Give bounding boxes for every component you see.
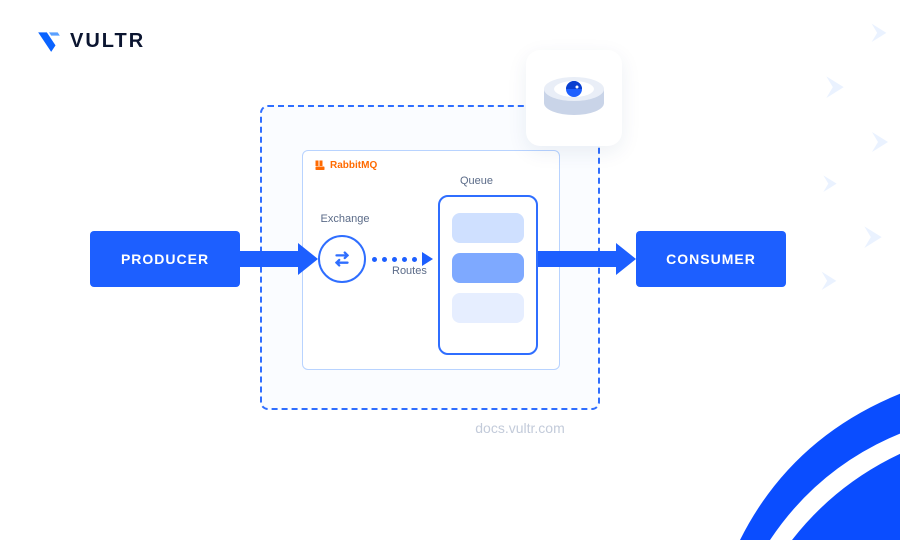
queue-node <box>438 195 538 355</box>
queue-message-3 <box>452 293 524 323</box>
queue-message-2 <box>452 253 524 283</box>
queue-label: Queue <box>460 175 493 187</box>
queue-message-1 <box>452 213 524 243</box>
routes-label: Routes <box>392 265 427 277</box>
exchange-label: Exchange <box>320 213 370 225</box>
diagram-canvas: RabbitMQ PRODUCER Exchange Routes Queue <box>0 95 900 425</box>
vultr-chevron-icon <box>36 28 62 54</box>
consumer-label: CONSUMER <box>666 251 756 267</box>
arrow-exchange-to-queue-dotted <box>372 252 433 266</box>
rabbitmq-name: RabbitMQ <box>330 160 377 171</box>
consumer-node: CONSUMER <box>636 231 786 287</box>
producer-label: PRODUCER <box>121 251 209 267</box>
exchange-node <box>318 235 366 283</box>
rabbitmq-label: RabbitMQ <box>314 159 377 171</box>
footer-url: docs.vultr.com <box>440 420 600 436</box>
vultr-wordmark: VULTR <box>70 30 145 53</box>
arrow-producer-to-exchange <box>240 243 318 275</box>
vultr-logo: VULTR <box>36 28 145 54</box>
rabbitmq-disc-icon <box>526 50 622 146</box>
producer-node: PRODUCER <box>90 231 240 287</box>
rabbitmq-logo-icon <box>314 159 326 171</box>
arrow-queue-to-consumer <box>538 243 636 275</box>
bg-chevron-icon <box>868 20 890 42</box>
exchange-arrows-icon <box>331 248 353 270</box>
